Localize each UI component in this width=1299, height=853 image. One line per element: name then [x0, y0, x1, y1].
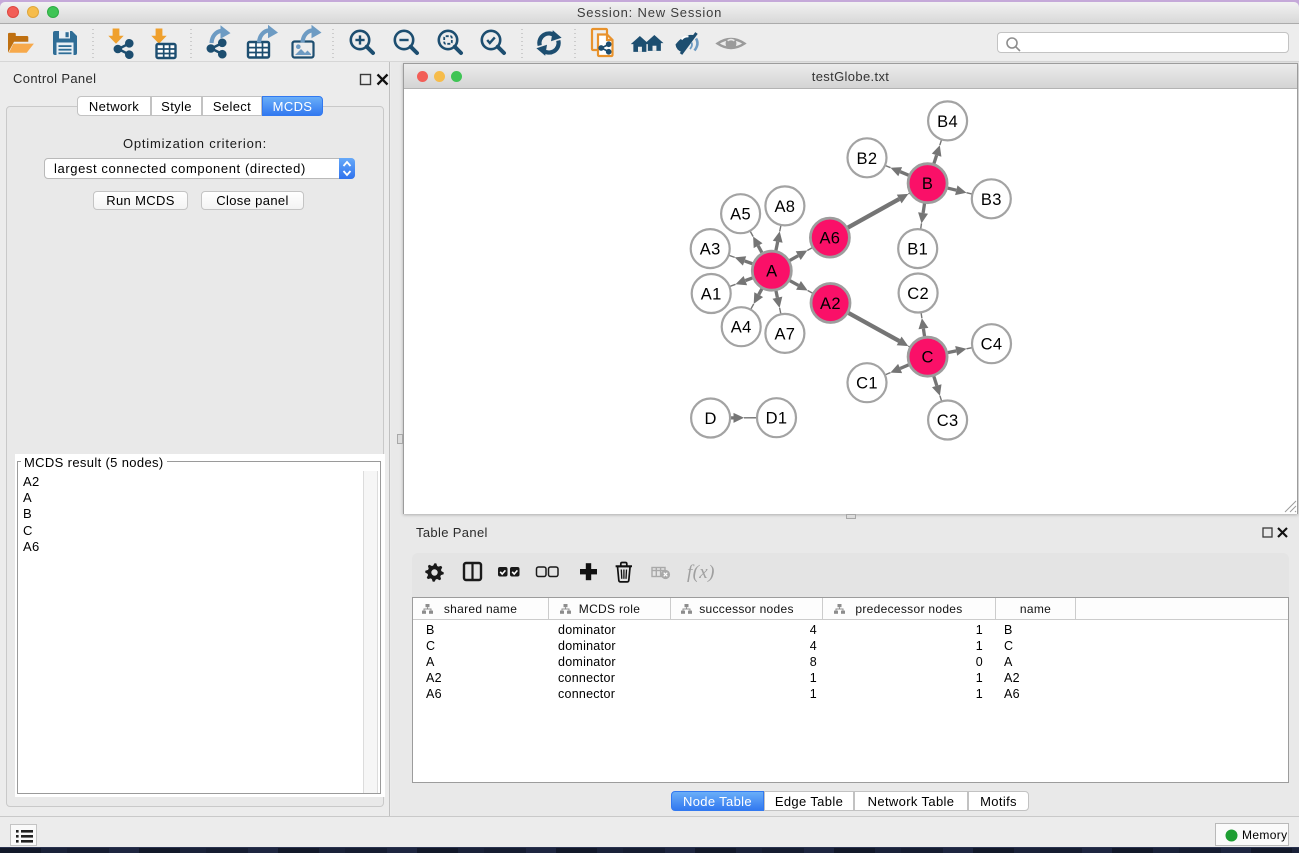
svg-text:B4: B4 — [937, 113, 958, 131]
svg-text:A5: A5 — [730, 206, 751, 224]
svg-text:A6: A6 — [819, 230, 840, 248]
svg-text:B2: B2 — [857, 150, 878, 168]
svg-text:C: C — [921, 349, 933, 367]
svg-text:f(x): f(x) — [687, 562, 715, 583]
svg-text:C2: C2 — [907, 285, 929, 303]
svg-text:A7: A7 — [774, 325, 795, 343]
svg-text:A3: A3 — [700, 241, 721, 259]
svg-text:C3: C3 — [937, 412, 959, 430]
svg-text:D1: D1 — [766, 410, 788, 428]
svg-text:A: A — [766, 263, 777, 281]
svg-text:D: D — [704, 410, 716, 428]
svg-text:A2: A2 — [820, 295, 841, 313]
svg-text:A1: A1 — [701, 286, 722, 304]
svg-text:C1: C1 — [856, 375, 878, 393]
svg-text:B1: B1 — [907, 241, 928, 259]
svg-text:C4: C4 — [981, 336, 1003, 354]
svg-text:B: B — [922, 175, 933, 193]
svg-text:B3: B3 — [981, 191, 1002, 209]
svg-text:A8: A8 — [774, 198, 795, 216]
svg-text:A4: A4 — [731, 319, 752, 337]
